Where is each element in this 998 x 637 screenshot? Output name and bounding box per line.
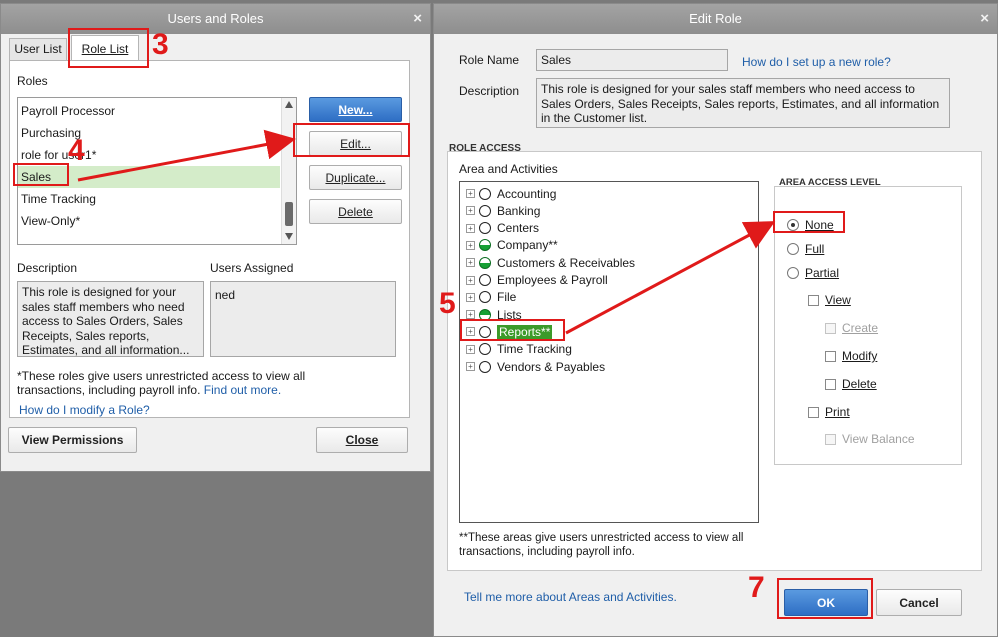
delete-checkbox[interactable]: Delete [825,377,877,391]
close-button[interactable]: Close [316,427,408,453]
roles-scrollbar[interactable] [281,98,296,244]
access-full-radio[interactable]: Full [787,242,824,256]
areas-tree[interactable]: + Accounting + Banking + Centers + Company** + Cu… [459,181,759,523]
area-tree-item[interactable]: + Vendors & Payables [466,358,605,375]
annotation-box-sales-role [13,163,69,186]
expand-icon[interactable]: + [466,310,475,320]
roles-note: *These roles give users unrestricted acc… [17,369,306,397]
role-list-item[interactable]: View-Only* [18,210,280,232]
access-status-icon [479,291,491,304]
edit-role-titlebar: Edit Role × [434,4,997,34]
radio-icon [787,267,799,279]
delete-role-button[interactable]: Delete [309,199,402,224]
annotation-box-role-list-tab [68,28,149,68]
checkbox-icon [825,322,836,334]
access-status-icon [479,360,491,373]
close-icon[interactable]: × [413,4,422,34]
view-balance-checkbox[interactable]: View Balance [825,432,915,446]
users-and-roles-titlebar: Users and Roles × [1,4,430,34]
access-status-icon [479,256,491,269]
access-status-icon [479,187,491,200]
description-field[interactable]: This role is designed for your sales sta… [536,78,950,128]
checkbox-icon [825,378,836,390]
expand-icon[interactable]: + [466,258,475,268]
role-name-label: Role Name [459,53,520,67]
areas-note: **These areas give users unrestricted ac… [459,532,744,558]
access-status-icon [479,204,491,217]
find-out-more-link[interactable]: Find out more. [204,383,281,397]
expand-icon[interactable]: + [466,206,475,216]
area-tree-item[interactable]: + Employees & Payroll [466,272,608,289]
annotation-step-7: 7 [748,571,765,604]
access-partial-radio[interactable]: Partial [787,266,839,280]
area-tree-item[interactable]: + Centers [466,220,539,237]
checkbox-icon [825,350,836,362]
expand-icon[interactable]: + [466,292,475,302]
checkbox-icon [808,406,819,418]
annotation-box-none-radio [773,211,845,233]
access-status-icon [479,274,491,286]
description-box: This role is designed for your sales sta… [17,281,204,357]
duplicate-role-button[interactable]: Duplicate... [309,165,402,190]
cancel-button[interactable]: Cancel [876,589,962,616]
area-tree-item[interactable]: + Accounting [466,185,556,202]
annotation-box-edit-button [293,123,410,157]
role-list-item[interactable]: Payroll Processor [18,100,280,122]
area-tree-item[interactable]: + Banking [466,202,540,219]
expand-icon[interactable]: + [466,362,475,371]
users-assigned-label: Users Assigned [210,261,294,275]
view-permissions-button[interactable]: View Permissions [8,427,137,453]
role-list-item[interactable]: Time Tracking [18,188,280,210]
scroll-up-icon[interactable] [285,101,293,108]
modify-role-link[interactable]: How do I modify a Role? [19,403,150,417]
tab-user-list[interactable]: User List [9,38,67,60]
new-role-button[interactable]: New... [309,97,402,122]
tell-me-more-link[interactable]: Tell me more about Areas and Activities. [464,590,677,604]
create-checkbox[interactable]: Create [825,321,878,335]
role-name-field[interactable]: Sales [536,49,728,71]
scroll-thumb[interactable] [285,202,293,226]
expand-icon[interactable]: + [466,189,475,198]
setup-role-link[interactable]: How do I set up a new role? [742,55,891,69]
role-access-group: Area and Activities + Accounting + Banking +… [447,151,982,571]
area-tree-item[interactable]: + Time Tracking [466,341,572,358]
users-and-roles-window: Users and Roles × User List Role List Ro… [0,3,431,472]
checkbox-icon [808,294,819,306]
expand-icon[interactable]: + [466,275,475,285]
annotation-step-4: 4 [68,134,85,167]
modify-checkbox[interactable]: Modify [825,349,877,363]
description-label: Description [17,261,78,275]
annotation-step-5: 5 [439,287,456,320]
role-list-panel: Roles Payroll Processor Purchasing role fo… [9,60,410,418]
area-tree-item[interactable]: + Company** [466,237,558,254]
expand-icon[interactable]: + [466,223,475,233]
expand-icon[interactable]: + [466,344,475,354]
access-status-icon [479,239,491,252]
area-tree-item[interactable]: + File [466,289,516,306]
role-list-item[interactable]: Purchasing [18,122,280,144]
window-title: Edit Role [689,11,742,26]
annotation-box-ok-button [777,578,873,619]
access-status-icon [479,343,491,356]
radio-icon [787,243,799,255]
expand-icon[interactable]: + [466,240,475,250]
area-activities-label: Area and Activities [459,162,558,176]
close-icon[interactable]: × [980,4,989,34]
print-checkbox[interactable]: Print [808,405,850,419]
scroll-down-icon[interactable] [285,233,293,240]
annotation-step-3: 3 [152,28,169,61]
access-status-icon [479,222,491,235]
window-title: Users and Roles [167,11,264,26]
description-label: Description [459,84,520,98]
users-assigned-box: ned [210,281,396,357]
checkbox-icon [825,433,836,445]
view-checkbox[interactable]: View [808,293,851,307]
area-tree-item[interactable]: + Customers & Receivables [466,254,635,271]
roles-label: Roles [17,74,48,88]
annotation-box-reports-area [460,319,565,341]
